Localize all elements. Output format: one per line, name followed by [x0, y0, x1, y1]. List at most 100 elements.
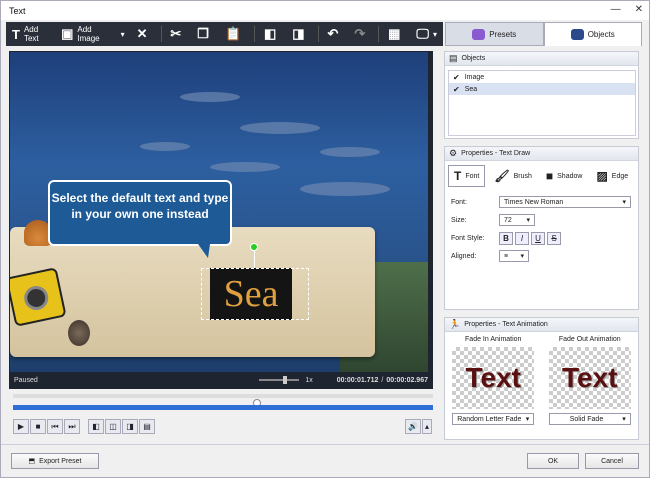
align-center-icon: ≡ — [504, 252, 509, 260]
tab-shadow-label: Shadow — [557, 172, 583, 180]
checkbox-icon[interactable]: ✔ — [453, 85, 460, 94]
fade-in-label: Fade In Animation — [465, 336, 522, 343]
preview-status-bar: Paused 1x 00:00:01.712 / 00:00:02.967 — [10, 373, 432, 387]
rotate-handle[interactable] — [250, 243, 258, 251]
fade-in-select[interactable]: Random Letter Fade ▾ — [452, 413, 535, 425]
export-label: Export Preset — [39, 457, 82, 465]
fade-out-marker-button[interactable]: ◨ — [122, 419, 138, 434]
add-image-button[interactable]: ▣ Add Image — [55, 22, 115, 46]
preview-panel: Sea Select the default text and type in … — [9, 51, 433, 389]
size-select[interactable]: 72 ▾ — [499, 214, 535, 226]
fish-decor — [320, 147, 380, 157]
tab-shadow[interactable]: ■ Shadow — [541, 165, 588, 187]
marker-out-icon: ◨ — [126, 422, 134, 431]
monitor-icon: 🖵 — [416, 26, 429, 41]
fade-in-preview-text: Text — [465, 362, 522, 393]
size-row: Size: 72 ▾ — [451, 213, 638, 227]
selection-box[interactable] — [201, 268, 309, 320]
right-panel: ▤ Objects ✔ Image ✔ Sea ⚙ Properties - Text … — [444, 51, 639, 440]
add-image-dropdown[interactable]: ▾ — [115, 22, 131, 46]
fade-in-marker-button[interactable]: ◧ — [88, 419, 104, 434]
fish-decor — [140, 142, 190, 151]
undo-button[interactable]: ↶ — [321, 22, 348, 46]
tab-brush[interactable]: 🖌 Brush — [489, 165, 537, 187]
fish-decor — [240, 122, 320, 134]
tab-presets[interactable]: Presets — [445, 22, 544, 46]
tab-edge-label: Edge — [611, 172, 629, 180]
object-label: Image — [464, 73, 485, 81]
tab-font-label: Font — [465, 172, 480, 180]
tab-font[interactable]: T Font — [448, 165, 486, 187]
marker-button[interactable]: ◫ — [105, 419, 121, 434]
font-value: Times New Roman — [504, 198, 564, 206]
underline-button[interactable]: U — [531, 231, 545, 245]
strikethrough-button[interactable]: S — [547, 231, 561, 245]
timeline-range[interactable] — [13, 405, 433, 410]
tab-objects[interactable]: Objects — [543, 22, 642, 46]
layer-forward-icon: ◧ — [264, 26, 277, 41]
copy-button[interactable]: ❐ — [191, 22, 219, 46]
timeline[interactable] — [9, 389, 433, 415]
gear-icon: ⚙ — [449, 148, 458, 158]
main-toolbar: T Add Text ▣ Add Image ▾ ✕ ✂ ❐ 📋 ◧ ◨ ↶ ↷ ▦… — [6, 22, 443, 46]
checkbox-icon[interactable]: ✔ — [453, 73, 460, 82]
add-image-label: Add Image — [77, 25, 100, 43]
bold-button[interactable]: B — [499, 231, 513, 245]
ok-button[interactable]: OK — [527, 453, 579, 469]
align-select[interactable]: ≡ ▾ — [499, 250, 529, 262]
minimize-icon[interactable]: — — [611, 4, 621, 15]
font-select[interactable]: Times New Roman ▾ — [499, 196, 631, 208]
redo-button[interactable]: ↷ — [348, 22, 375, 46]
style-label: Font Style: — [451, 234, 485, 242]
cut-button[interactable]: ✂ — [164, 22, 191, 46]
aligned-label: Aligned: — [451, 252, 477, 260]
copy-icon: ❐ — [197, 26, 209, 41]
grid-button[interactable]: ▦ — [382, 22, 410, 46]
close-icon[interactable]: ✕ — [635, 4, 643, 15]
italic-button[interactable]: I — [515, 231, 529, 245]
text-draw-tabs: T Font 🖌 Brush ■ Shadow ▨ Edge — [445, 161, 638, 191]
list-item[interactable]: ✔ Sea — [449, 83, 635, 95]
prev-frame-button[interactable]: ⏮ — [47, 419, 63, 434]
next-frame-button[interactable]: ⏭ — [64, 419, 80, 434]
list-item[interactable]: ✔ Image — [449, 71, 635, 83]
fit-icon: ▤ — [143, 422, 151, 431]
play-button[interactable]: ▶ — [13, 419, 29, 434]
tab-edge[interactable]: ▨ Edge — [591, 165, 633, 187]
seashell-decor — [68, 320, 90, 346]
play-icon: ▶ — [17, 422, 25, 431]
fade-out-preview[interactable]: Text — [548, 347, 631, 409]
text-t-icon: T — [12, 26, 20, 42]
volume-button[interactable]: 🔊 — [405, 419, 421, 434]
image-icon: ▣ — [61, 26, 74, 41]
speed-slider[interactable] — [259, 376, 300, 384]
volume-dropdown[interactable]: ▴ — [422, 419, 432, 434]
chevron-down-icon: ▾ — [525, 416, 530, 423]
text-draw-box: ⚙ Properties - Text Draw T Font 🖌 Brush ■ Sh… — [444, 146, 639, 310]
speed-value: 1x — [305, 376, 313, 384]
delete-button[interactable]: ✕ — [131, 22, 158, 46]
chevron-down-icon: ▾ — [526, 217, 530, 224]
text-draw-title: Properties - Text Draw — [461, 150, 531, 157]
stop-button[interactable]: ■ — [30, 419, 46, 434]
paste-button[interactable]: 📋 — [219, 22, 251, 46]
brush-icon: 🖌 — [494, 169, 510, 183]
delete-x-icon: ✕ — [136, 26, 148, 41]
add-text-button[interactable]: T Add Text — [6, 22, 55, 46]
cancel-button[interactable]: Cancel — [585, 453, 639, 469]
volume-controls: 🔊 ▴ — [405, 419, 432, 434]
fit-button[interactable]: ▤ — [139, 419, 155, 434]
bring-forward-button[interactable]: ◧ — [258, 22, 286, 46]
export-preset-button[interactable]: ⬒ Export Preset — [11, 453, 99, 469]
fade-out-select[interactable]: Solid Fade ▾ — [548, 413, 631, 425]
send-backward-button[interactable]: ◨ — [286, 22, 314, 46]
style-row: Font Style: B I U S — [451, 231, 638, 245]
fade-in-preview[interactable]: Text — [452, 347, 535, 409]
objects-box: ▤ Objects ✔ Image ✔ Sea — [444, 51, 639, 139]
display-button[interactable]: 🖵 ▾ — [410, 22, 443, 46]
timeline-scrollbar[interactable] — [13, 394, 433, 398]
video-preview[interactable]: Sea Select the default text and type in … — [10, 52, 428, 372]
fade-out-group: Fade Out Animation Text Solid Fade ▾ — [548, 336, 631, 425]
text-editor-window: Text — ✕ T Add Text ▣ Add Image ▾ ✕ ✂ ❐ 📋 … — [0, 0, 650, 478]
tab-brush-label: Brush — [513, 172, 532, 180]
